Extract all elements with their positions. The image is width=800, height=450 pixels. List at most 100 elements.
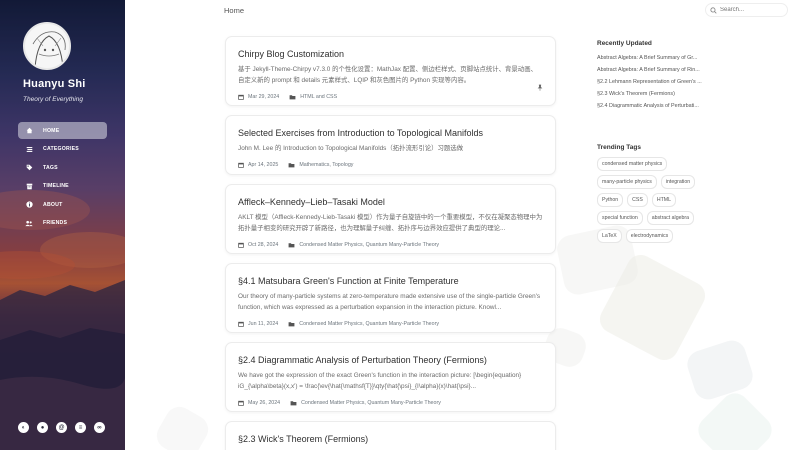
users-icon [25, 219, 33, 227]
post-title[interactable]: §4.1 Matsubara Green's Function at Finit… [238, 275, 543, 287]
folder-icon [288, 163, 295, 168]
folder-icon [289, 95, 296, 100]
sidebar-item-label: FRIENDS [43, 220, 68, 227]
rss-icon[interactable]: ≡ [75, 422, 86, 433]
recently-updated-heading: Recently Updated [597, 40, 652, 47]
post-meta: Apr 14, 2025 Mathematics, Topology [238, 154, 543, 174]
tag-chip[interactable]: abstract algebra [646, 211, 694, 225]
post-categories: Condensed Matter Physics, Quantum Many-P… [299, 242, 440, 248]
post-categories: Condensed Matter Physics, Quantum Many-P… [299, 321, 439, 327]
sidebar-item-categories[interactable]: CATEGORIES [18, 141, 107, 158]
folder-icon [288, 322, 295, 327]
archive-icon [25, 182, 33, 190]
trending-tags-heading: Trending Tags [597, 144, 641, 151]
sidebar-item-home[interactable]: HOME [18, 122, 107, 139]
folder-icon [288, 243, 295, 248]
theme-toggle-icon[interactable]: ◐ [18, 422, 29, 433]
post-excerpt: John M. Lee 的 Introduction to Topologica… [238, 145, 464, 152]
post-excerpt: 基于 Jekyll-Theme-Chirpy v7.3.0 的个性化设置：Mat… [238, 66, 537, 84]
calendar-icon [238, 162, 244, 168]
post-date: Mar 29, 2024 [248, 94, 280, 100]
post-excerpt: Our theory of many-particle systems at z… [238, 293, 541, 311]
post-date: May 26, 2024 [248, 400, 281, 406]
post-meta: Oct 28, 2024 Condensed Matter Physics, Q… [238, 234, 543, 253]
search-icon [710, 1, 717, 19]
search-input[interactable] [720, 7, 780, 13]
sidebar-item-label: CATEGORIES [43, 146, 79, 153]
github-icon[interactable]: ● [37, 422, 48, 433]
tag-chip[interactable]: electrodynamics [625, 229, 674, 243]
post-card[interactable]: Selected Exercises from Introduction to … [225, 115, 556, 175]
sidebar-item-label: TIMELINE [43, 183, 69, 190]
sidebar-item-about[interactable]: ABOUT [18, 196, 107, 213]
avatar[interactable] [23, 22, 71, 70]
post-meta: May 26, 2024 Condensed Matter Physics, Q… [238, 392, 543, 411]
tags-icon [25, 164, 33, 172]
email-icon[interactable]: @ [56, 422, 67, 433]
trending-tags: Trending Tags condensed matter physics m… [597, 144, 707, 243]
sidebar-item-timeline[interactable]: TIMELINE [18, 178, 107, 195]
post-title[interactable]: Chirpy Blog Customization [238, 48, 543, 60]
calendar-icon [238, 400, 244, 406]
post-excerpt: AKLT 模型（Affleck-Kennedy-Lieb-Tasaki 模型）作… [238, 214, 543, 232]
link-icon[interactable]: ∞ [94, 422, 105, 433]
post-date: Jun 11, 2024 [248, 321, 279, 327]
post-date: Oct 28, 2024 [248, 242, 279, 248]
recent-link[interactable]: §2.2 Lehmann Representation of Green's .… [597, 76, 707, 88]
calendar-icon [238, 94, 244, 100]
sidebar-bottom-bar: ◐ ● @ ≡ ∞ [18, 422, 105, 433]
recent-link[interactable]: Abstract Algebra: A Brief Summary of Gr.… [597, 52, 707, 64]
post-date: Apr 14, 2025 [248, 162, 279, 168]
tag-chip[interactable]: integration [660, 175, 696, 189]
recent-link[interactable]: §2.4 Diagrammatic Analysis of Perturbati… [597, 100, 707, 112]
background-shape [683, 336, 757, 404]
post-title[interactable]: Affleck–Kennedy–Lieb–Tasaki Model [238, 196, 543, 208]
tag-chip[interactable]: LaTeX [597, 229, 622, 243]
post-categories: HTML and CSS [300, 94, 338, 100]
background-shape [151, 401, 214, 450]
sidebar-item-label: HOME [43, 127, 60, 134]
post-meta: Mar 29, 2024 HTML and CSS [238, 86, 543, 105]
sidebar-nav: HOME CATEGORIES TAGS TIMELINE ABOUT FRIE… [18, 122, 107, 234]
site-subtitle: Theory of Everything [23, 96, 83, 103]
post-card[interactable]: §2.3 Wick's Theorem (Fermions) [225, 421, 556, 450]
tag-cloud: condensed matter physics many-particle p… [597, 157, 707, 243]
breadcrumb[interactable]: Home [224, 6, 244, 15]
recently-updated: Recently Updated Abstract Algebra: A Bri… [597, 40, 707, 112]
sidebar-item-tags[interactable]: TAGS [18, 159, 107, 176]
right-panel: Recently Updated Abstract Algebra: A Bri… [597, 40, 707, 243]
folder-icon [290, 401, 297, 406]
recent-link[interactable]: §2.3 Wick's Theorem (Fermions) [597, 88, 707, 100]
post-title[interactable]: §2.4 Diagrammatic Analysis of Perturbati… [238, 354, 543, 366]
calendar-icon [238, 321, 244, 327]
post-excerpt: We have got the expression of the exact … [238, 372, 522, 390]
post-categories: Mathematics, Topology [299, 162, 354, 168]
post-categories: Condensed Matter Physics, Quantum Many-P… [301, 400, 441, 406]
search-box[interactable] [705, 3, 788, 17]
post-meta: Jun 11, 2024 Condensed Matter Physics, Q… [238, 313, 543, 332]
post-card[interactable]: Chirpy Blog Customization 基于 Jekyll-Them… [225, 36, 556, 106]
info-icon [25, 201, 33, 209]
post-card[interactable]: Affleck–Kennedy–Lieb–Tasaki Model AKLT 模… [225, 184, 556, 254]
post-title[interactable]: Selected Exercises from Introduction to … [238, 127, 543, 139]
sidebar-item-label: ABOUT [43, 201, 63, 208]
post-list: Chirpy Blog Customization 基于 Jekyll-Them… [225, 36, 556, 450]
tag-chip[interactable]: many-particle physics [597, 175, 657, 189]
post-card[interactable]: §2.4 Diagrammatic Analysis of Perturbati… [225, 342, 556, 412]
sidebar-item-label: TAGS [43, 164, 58, 171]
post-title[interactable]: §2.3 Wick's Theorem (Fermions) [238, 433, 543, 445]
home-icon [25, 127, 33, 135]
tag-chip[interactable]: HTML [651, 193, 676, 207]
sidebar-item-friends[interactable]: FRIENDS [18, 215, 107, 232]
pin-icon [537, 78, 543, 96]
calendar-icon [238, 242, 244, 248]
tag-chip[interactable]: Python [597, 193, 624, 207]
topbar: Home [125, 0, 800, 22]
tag-chip[interactable]: special function [597, 211, 643, 225]
post-card[interactable]: §4.1 Matsubara Green's Function at Finit… [225, 263, 556, 333]
recent-link[interactable]: Abstract Algebra: A Brief Summary of Rin… [597, 64, 707, 76]
site-title[interactable]: Huanyu Shi [23, 78, 86, 90]
sidebar: Huanyu Shi Theory of Everything HOME CAT… [0, 0, 125, 450]
tag-chip[interactable]: CSS [627, 193, 648, 207]
tag-chip[interactable]: condensed matter physics [597, 157, 668, 171]
